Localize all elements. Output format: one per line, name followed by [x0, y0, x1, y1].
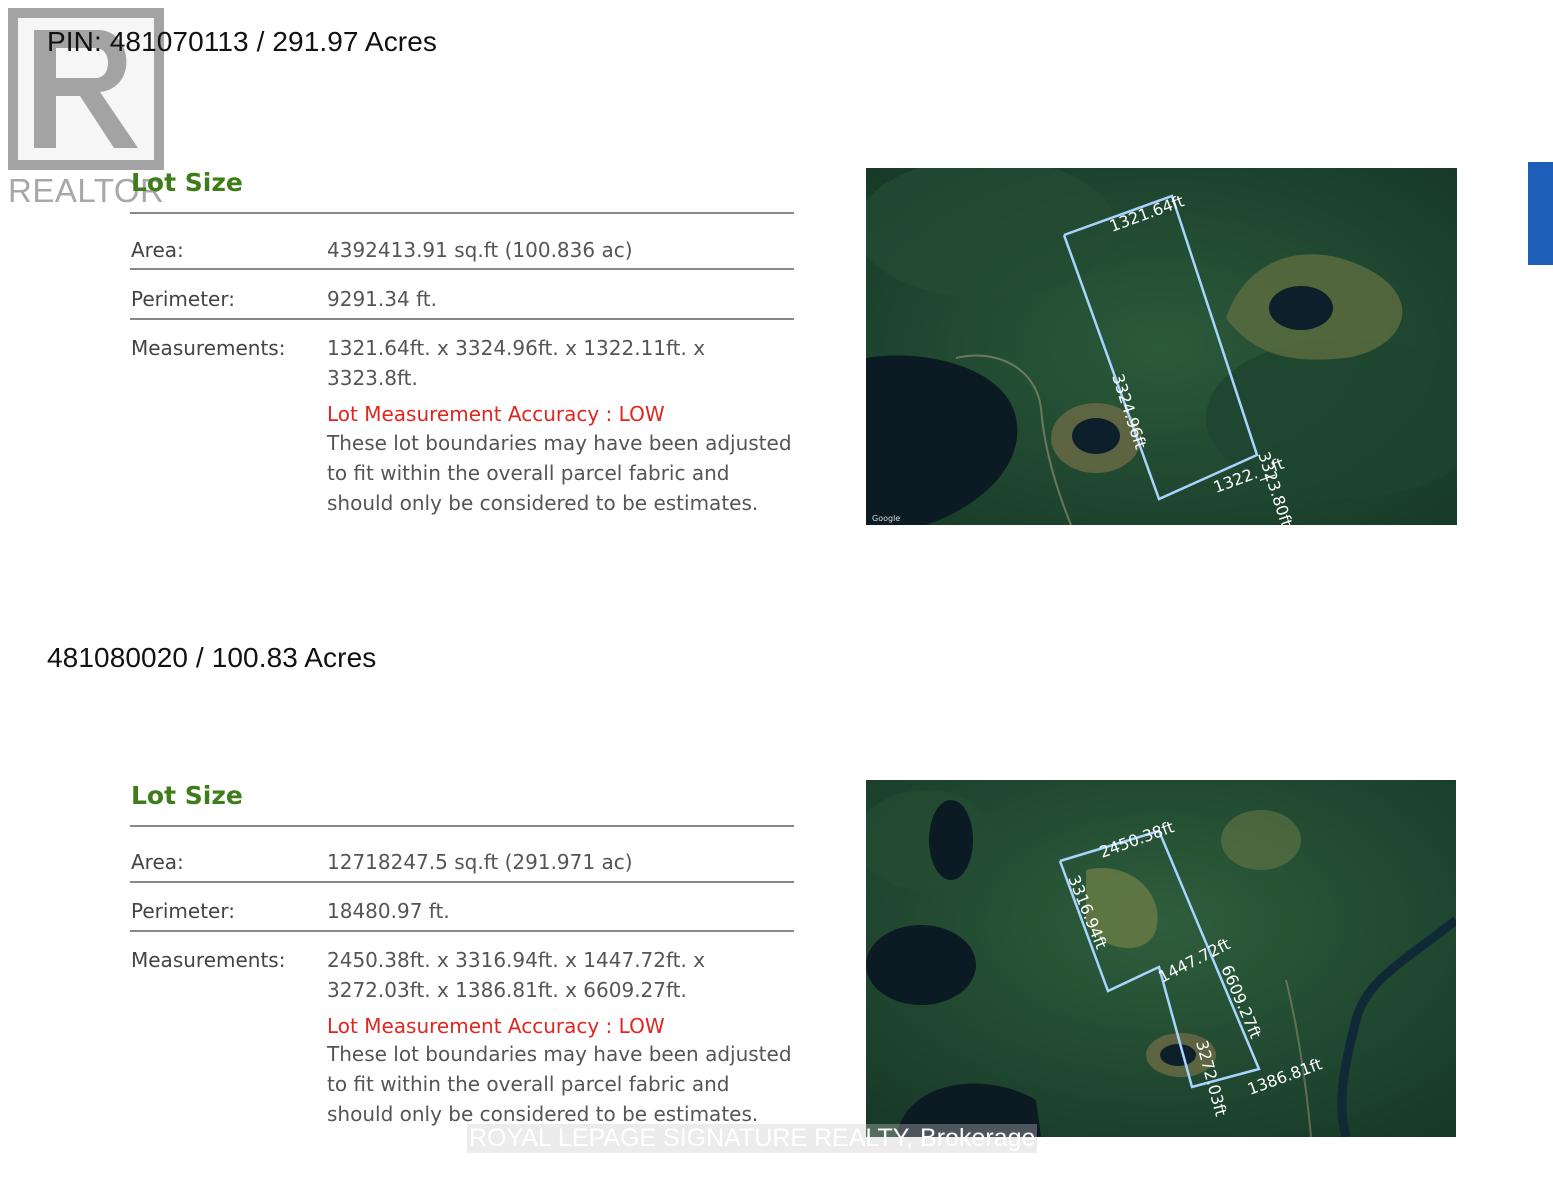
parcel-2-perimeter-value: 18480.97 ft. — [327, 899, 450, 923]
divider — [130, 881, 794, 883]
parcel-1-accuracy: Lot Measurement Accuracy : LOW — [327, 402, 665, 426]
parcel-2-heading: 481080020 / 100.83 Acres — [47, 642, 377, 673]
divider — [130, 212, 794, 214]
divider — [130, 825, 794, 827]
parcel-2-measurements-label: Measurements: — [131, 948, 286, 972]
parcel-2-accuracy: Lot Measurement Accuracy : LOW — [327, 1014, 665, 1038]
divider — [130, 930, 794, 932]
parcel-1-heading: PIN: 481070113 / 291.97 Acres — [47, 26, 437, 57]
parcel-2-accuracy-note: These lot boundaries may have been adjus… — [327, 1042, 792, 1126]
map-credit: Google — [872, 514, 900, 523]
parcel-1-perimeter-value: 9291.34 ft. — [327, 287, 437, 311]
brand-edge-mark — [1528, 162, 1553, 265]
parcel-1-measurements-value: 1321.64ft. x 3324.96ft. x 1322.11ft. x 3… — [327, 336, 706, 390]
parcel-1-area-label: Area: — [131, 238, 184, 262]
parcel-2-satellite-map: 2450.38ft 3316.94ft 1447.72ft 6609.27ft … — [866, 780, 1456, 1137]
parcel-1-lot-size-title: Lot Size — [131, 168, 243, 197]
parcel-1-accuracy-note: These lot boundaries may have been adjus… — [327, 431, 792, 515]
brokerage-watermark: ROYAL LEPAGE SIGNATURE REALTY, Brokerage — [467, 1124, 1038, 1153]
parcel-2-lot-size-title: Lot Size — [131, 781, 243, 810]
divider — [130, 268, 794, 270]
parcel-2-area-value: 12718247.5 sq.ft (291.971 ac) — [327, 850, 633, 874]
parcel-1-perimeter-label: Perimeter: — [131, 287, 235, 311]
parcel-2-measurements-value: 2450.38ft. x 3316.94ft. x 1447.72ft. x 3… — [327, 948, 706, 1002]
parcel-2-area-label: Area: — [131, 850, 184, 874]
parcel-1-satellite-map: 1321.64ft 3324.96ft 1322.__ft 3323.80ft … — [866, 168, 1457, 525]
parcel-2-perimeter-label: Perimeter: — [131, 899, 235, 923]
parcel-1-measurements-label: Measurements: — [131, 336, 286, 360]
parcel-1-area-value: 4392413.91 sq.ft (100.836 ac) — [327, 238, 633, 262]
divider — [130, 318, 794, 320]
